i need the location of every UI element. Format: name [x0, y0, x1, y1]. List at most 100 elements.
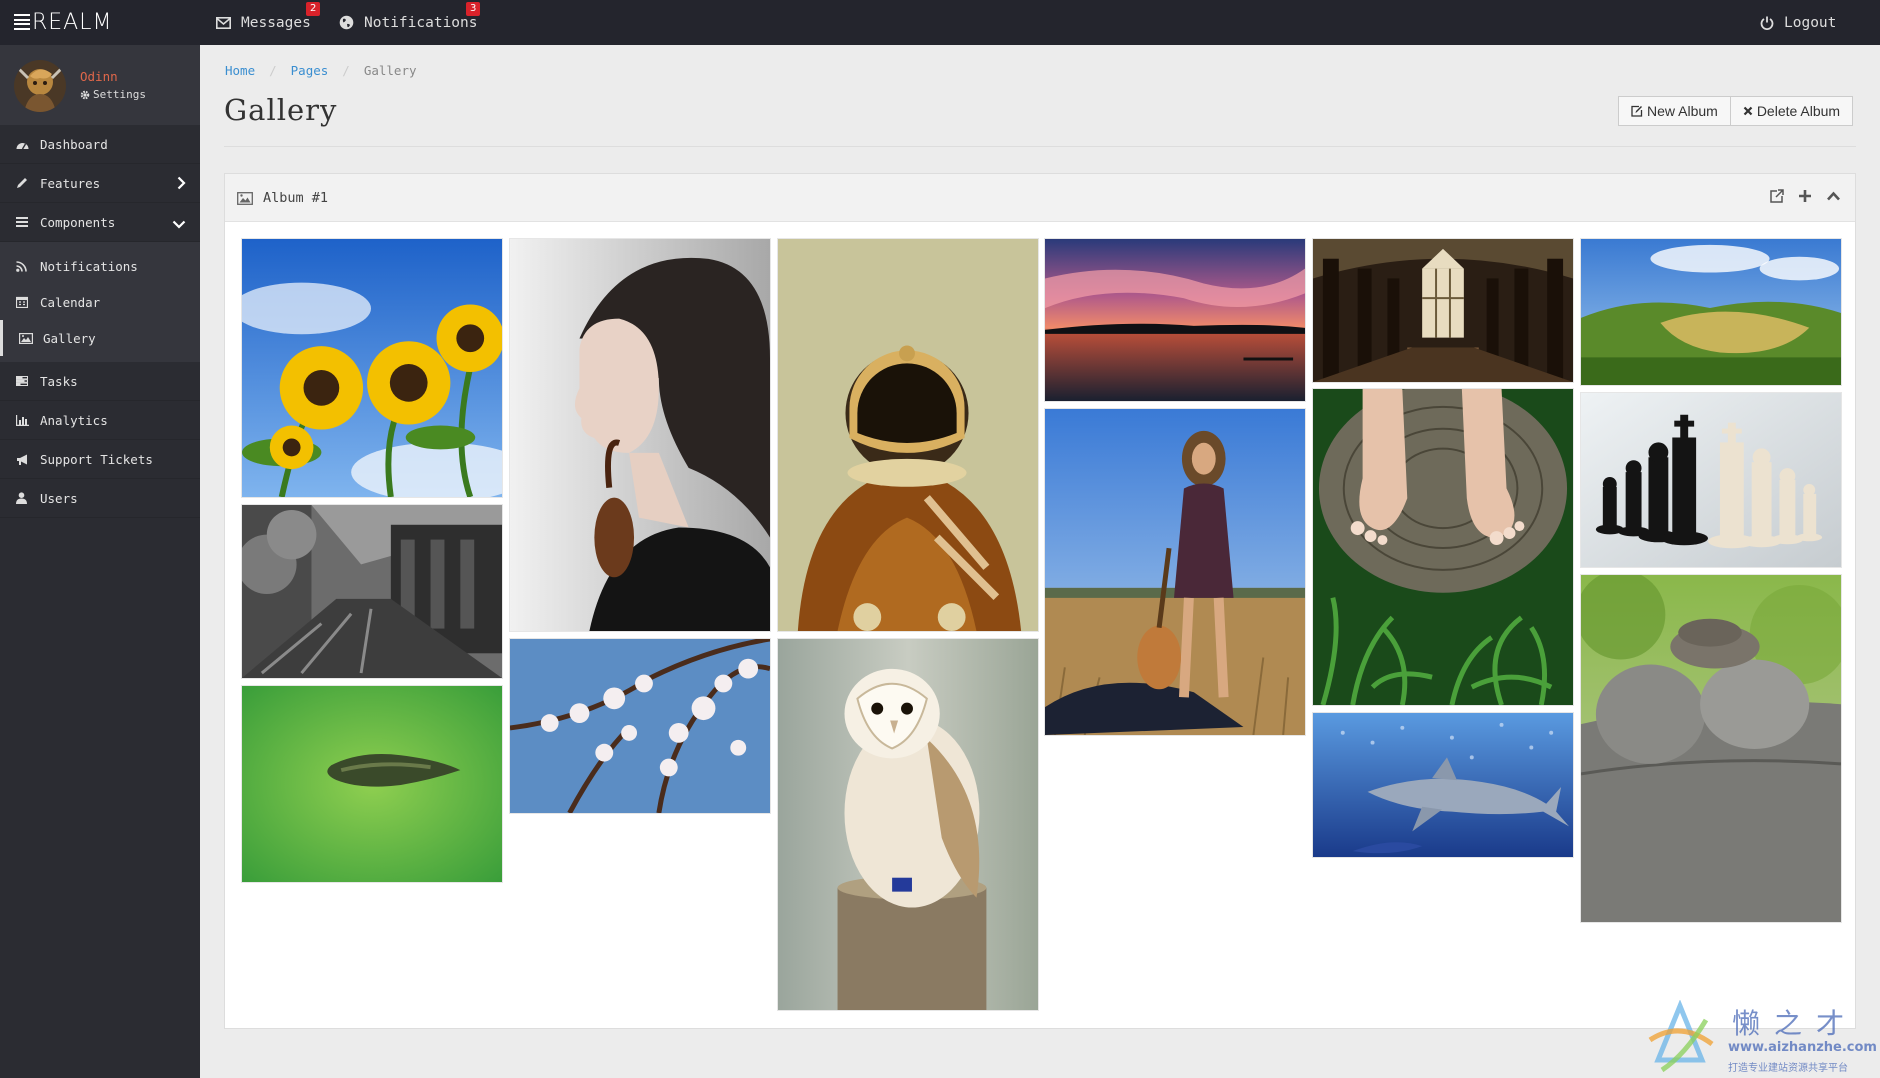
shark-image: [1313, 713, 1573, 857]
notifications-label: Notifications: [364, 14, 478, 31]
calendar-icon: [16, 296, 34, 308]
sidebar-item-label: Notifications: [40, 258, 138, 274]
breadcrumb-home-link[interactable]: Home: [225, 63, 255, 78]
photo-ruined-corridor[interactable]: [241, 504, 503, 679]
photo-cathedral[interactable]: [1312, 238, 1574, 383]
sunflowers-image: [242, 239, 502, 497]
picture-icon: [237, 191, 253, 205]
sidebar-item-notifications[interactable]: Notifications: [0, 248, 200, 284]
sidebar: Odinn Settings Dashboard Features Compon…: [0, 45, 200, 1078]
new-album-button[interactable]: New Album: [1618, 96, 1731, 126]
photo-stacked-stones[interactable]: [1580, 574, 1842, 923]
bare-feet-image: [1313, 389, 1573, 705]
sidebar-item-components[interactable]: Components: [0, 203, 200, 242]
sidebar-item-label: Tasks: [40, 373, 78, 389]
breadcrumb: Home / Pages / Gallery: [225, 63, 417, 78]
sidebar-item-label: Support Tickets: [40, 451, 153, 467]
close-icon: [1743, 106, 1753, 116]
notifications-count-badge: 3: [466, 2, 481, 16]
dashboard-icon: [16, 139, 34, 150]
photo-bare-feet[interactable]: [1312, 388, 1574, 706]
power-icon: [1760, 16, 1774, 30]
messages-label: Messages: [241, 14, 311, 31]
rss-icon: [16, 260, 34, 272]
photo-astronaut[interactable]: [777, 238, 1039, 632]
cathedral-image: [1313, 239, 1573, 382]
user-settings-link[interactable]: Settings: [80, 88, 146, 101]
envelope-icon: [216, 16, 231, 29]
sidebar-item-analytics[interactable]: Analytics: [0, 401, 200, 440]
sidebar-item-label: Users: [40, 490, 78, 506]
island-image: [242, 686, 502, 882]
new-album-label: New Album: [1647, 103, 1718, 119]
photo-cherry-blossom[interactable]: [509, 638, 771, 814]
user-icon: [16, 492, 34, 504]
logout-link[interactable]: Logout: [1760, 0, 1836, 45]
sidebar-item-label: Features: [40, 175, 101, 191]
sidebar-item-label: Analytics: [40, 412, 108, 428]
breadcrumb-pages-link[interactable]: Pages: [291, 63, 329, 78]
sunset-lake-image: [1045, 239, 1305, 401]
stacked-stones-image: [1581, 575, 1841, 922]
violinist-image: [510, 239, 770, 631]
messages-link[interactable]: Messages 2: [216, 0, 321, 45]
photo-sunset-lake[interactable]: [1044, 238, 1306, 402]
user-name[interactable]: Odinn: [80, 69, 118, 84]
watermark: 懒之才 www.aizhanzhe.com 打造专业建站资源共享平台: [1640, 1000, 1880, 1078]
photo-sunflowers[interactable]: [241, 238, 503, 498]
watermark-name: 懒之才: [1732, 1007, 1859, 1040]
photo-shark[interactable]: [1312, 712, 1574, 858]
sidebar-item-dashboard[interactable]: Dashboard: [0, 125, 200, 164]
breadcrumb-separator: /: [342, 63, 350, 78]
plus-icon[interactable]: [1798, 189, 1812, 204]
sidebar-item-features[interactable]: Features: [0, 164, 200, 203]
sidebar-item-tasks[interactable]: Tasks: [0, 362, 200, 401]
sidebar-item-users[interactable]: Users: [0, 479, 200, 518]
sidebar-item-calendar[interactable]: Calendar: [0, 284, 200, 320]
brand-logo[interactable]: REALM: [14, 9, 112, 35]
external-link-icon[interactable]: [1769, 189, 1784, 204]
avatar[interactable]: [14, 60, 66, 112]
delete-album-button[interactable]: Delete Album: [1730, 96, 1854, 126]
watermark-logo-icon: [1648, 1000, 1714, 1073]
pencil-icon: [16, 177, 34, 189]
bars-icon: [16, 217, 34, 227]
sidebar-nav: Dashboard Features Components Notificati…: [0, 125, 200, 518]
chevron-right-icon: [177, 176, 186, 193]
main-content: Home / Pages / Gallery Gallery New Album…: [200, 45, 1880, 1078]
title-divider: [224, 146, 1856, 147]
logout-label: Logout: [1784, 14, 1837, 31]
album-panel: Album #1: [224, 173, 1856, 1029]
watermark-tagline: 打造专业建站资源共享平台: [1728, 1063, 1848, 1074]
notifications-link[interactable]: Notifications 3: [339, 0, 481, 45]
photo-barn-owl[interactable]: [777, 638, 1039, 1011]
guitar-girl-image: [1045, 409, 1305, 735]
components-submenu: Notifications Calendar Gallery: [0, 242, 200, 362]
user-panel: Odinn Settings: [0, 45, 200, 125]
panel-tools: [1769, 189, 1841, 204]
picture-icon: [19, 332, 37, 344]
breadcrumb-separator: /: [269, 63, 277, 78]
photo-chess-pieces[interactable]: [1580, 392, 1842, 568]
chevron-up-icon[interactable]: [1826, 189, 1841, 204]
photo-guitar-girl[interactable]: [1044, 408, 1306, 736]
bar-chart-icon: [16, 414, 34, 426]
ruined-corridor-image: [242, 505, 502, 678]
edit-icon: [1631, 105, 1643, 117]
photo-green-hills[interactable]: [1580, 238, 1842, 386]
sidebar-item-label: Calendar: [40, 294, 101, 310]
sidebar-item-label: Dashboard: [40, 136, 108, 152]
barn-owl-image: [778, 639, 1038, 1010]
album-actions: New Album Delete Album: [1618, 96, 1854, 126]
sidebar-item-support-tickets[interactable]: Support Tickets: [0, 440, 200, 479]
chess-pieces-image: [1581, 393, 1841, 567]
sidebar-item-gallery[interactable]: Gallery: [0, 320, 200, 356]
messages-count-badge: 2: [306, 2, 321, 16]
cherry-blossom-image: [510, 639, 770, 813]
photo-island[interactable]: [241, 685, 503, 883]
breadcrumb-current: Gallery: [363, 63, 417, 78]
sidebar-item-label: Gallery: [43, 330, 96, 346]
page-title: Gallery: [224, 93, 338, 127]
album-title-label: Album #1: [263, 190, 329, 206]
photo-violinist[interactable]: [509, 238, 771, 632]
